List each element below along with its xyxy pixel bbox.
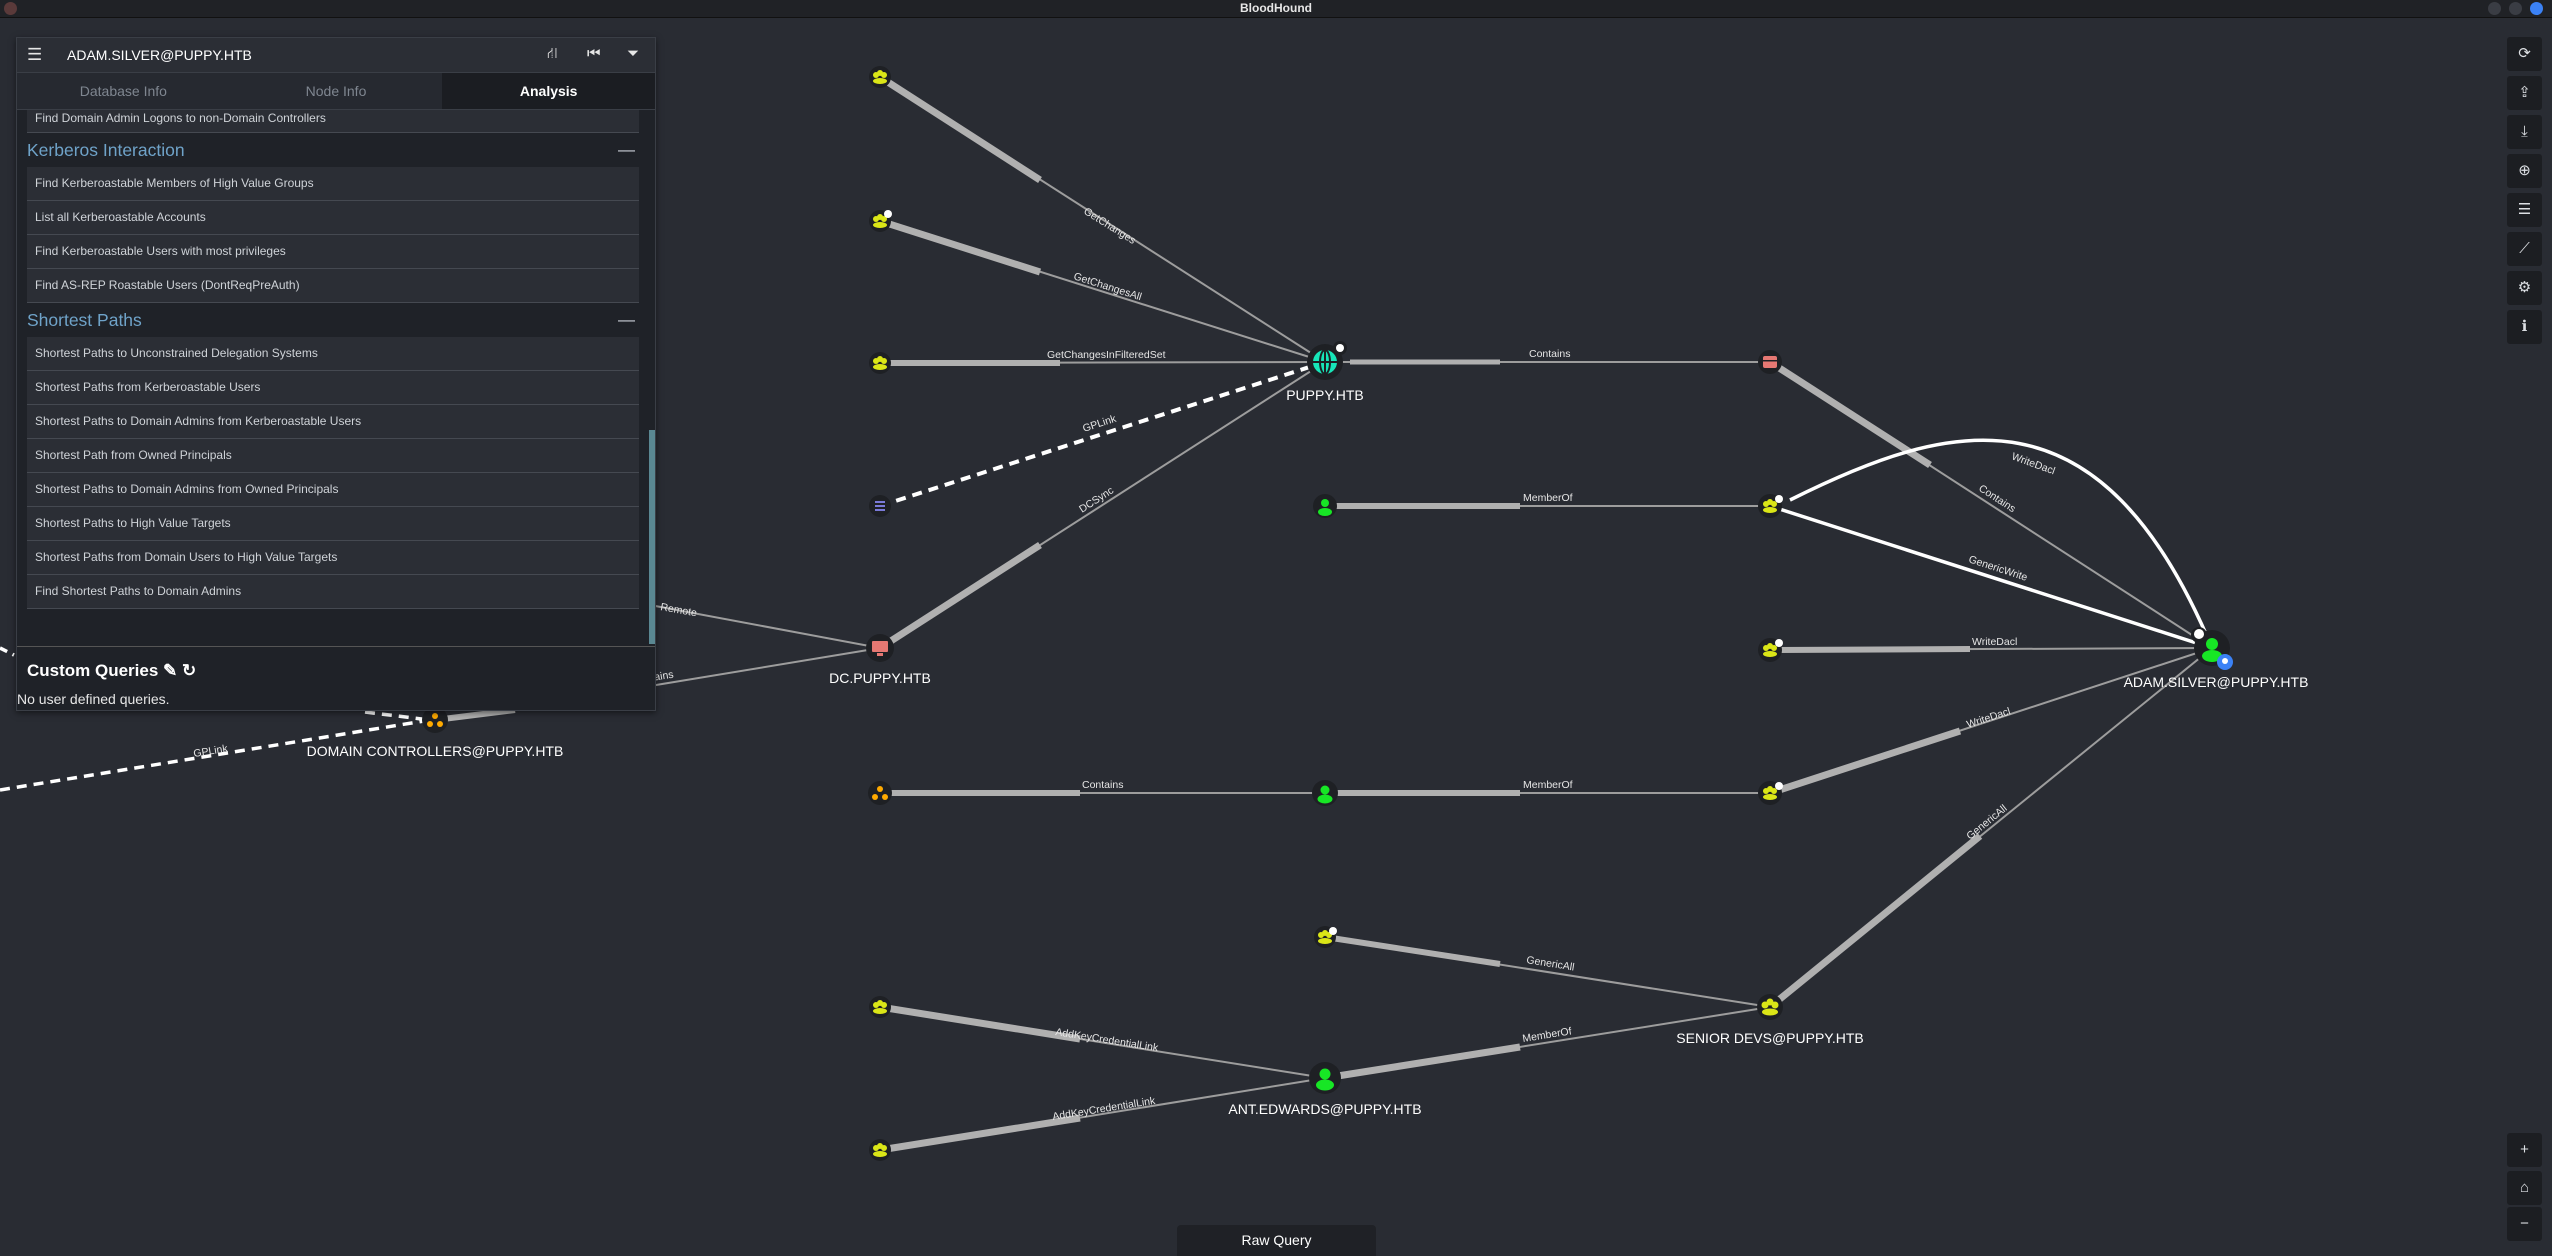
query-item[interactable]: Find AS-REP Roastable Users (DontReqPreA… bbox=[27, 269, 639, 303]
section-title: Kerberos Interaction bbox=[27, 140, 185, 160]
edge-gplink-top[interactable] bbox=[879, 360, 1326, 508]
tab-analysis[interactable]: Analysis bbox=[442, 73, 655, 109]
group-node[interactable] bbox=[869, 210, 892, 232]
upload-button[interactable]: ⇪ bbox=[2507, 76, 2542, 110]
query-item[interactable]: Shortest Paths to Domain Admins from Ker… bbox=[27, 405, 639, 439]
zoom-in-button[interactable]: + bbox=[2507, 1133, 2542, 1167]
edge-label-writedacl-arc: WriteDacl bbox=[2010, 451, 2057, 478]
user-node-ant-edwards[interactable] bbox=[1309, 1062, 1341, 1094]
collapse-icon[interactable]: — bbox=[618, 303, 635, 337]
tab-node-info[interactable]: Node Info bbox=[229, 73, 443, 109]
query-item[interactable]: Shortest Paths from Kerberoastable Users bbox=[27, 371, 639, 405]
collapse-icon[interactable]: — bbox=[618, 133, 635, 167]
search-panel: ☰ ADAM.SILVER@PUPPY.HTB ⛙ ⏮ ⏷ Database I… bbox=[16, 37, 656, 711]
node-label-ant-edwards: ANT.EDWARDS@PUPPY.HTB bbox=[1228, 1101, 1421, 1117]
edge-label-remote-partial: Remote bbox=[659, 601, 697, 619]
edge-label-writedacl-mid: WriteDacl bbox=[1972, 636, 2017, 648]
edge-label-getchangesall: GetChangesAll bbox=[1072, 270, 1143, 303]
section-title: Shortest Paths bbox=[27, 310, 142, 330]
query-item[interactable]: Shortest Paths to Domain Admins from Own… bbox=[27, 473, 639, 507]
edge-label-addkey-1: AddKeyCredentialLink bbox=[1055, 1026, 1160, 1054]
node-label-domain-controllers: DOMAIN CONTROLLERS@PUPPY.HTB bbox=[307, 743, 564, 759]
close-button[interactable] bbox=[2530, 2, 2543, 15]
search-input[interactable]: ADAM.SILVER@PUPPY.HTB bbox=[67, 47, 252, 63]
edge-label-memberof-low: MemberOf bbox=[1523, 779, 1573, 791]
filter-icon[interactable]: ⏷ bbox=[627, 45, 639, 62]
user-node[interactable] bbox=[1312, 780, 1338, 806]
custom-queries: Custom Queries ✎ ↻ No user defined queri… bbox=[17, 646, 655, 710]
edge-label-genericall-adam: GenericAll bbox=[1964, 803, 2009, 843]
node-label-puppy: PUPPY.HTB bbox=[1286, 387, 1364, 403]
edge-label-gplink-dcs: GPLink bbox=[193, 743, 230, 760]
queries-button[interactable]: ☰ bbox=[2507, 193, 2542, 227]
query-item[interactable]: Find Domain Admin Logons to non-Domain C… bbox=[27, 110, 639, 133]
section-kerberos: Kerberos Interaction — bbox=[27, 133, 639, 167]
group-node[interactable] bbox=[869, 1139, 891, 1161]
stats-button[interactable]: ⟋ bbox=[2507, 232, 2542, 266]
node-label-dc: DC.PUPPY.HTB bbox=[829, 670, 931, 686]
edit-icon[interactable]: ✎ bbox=[163, 661, 177, 680]
import-button[interactable]: ⊕ bbox=[2507, 154, 2542, 188]
info-button[interactable]: ℹ bbox=[2507, 310, 2542, 344]
gpo-node[interactable] bbox=[869, 495, 891, 517]
node-label-senior-devs: SENIOR DEVS@PUPPY.HTB bbox=[1676, 1030, 1863, 1046]
query-item[interactable]: Shortest Path from Owned Principals bbox=[27, 439, 639, 473]
query-item[interactable]: Shortest Paths from Domain Users to High… bbox=[27, 541, 639, 575]
edge-label-contains-puppy: Contains bbox=[1529, 348, 1570, 360]
refresh-button[interactable]: ⟳ bbox=[2507, 37, 2542, 71]
maximize-button[interactable] bbox=[2509, 2, 2522, 15]
group-node[interactable] bbox=[869, 996, 891, 1018]
pathfinding-icon[interactable]: ⛙ bbox=[547, 45, 558, 64]
query-item[interactable]: Shortest Paths to High Value Targets bbox=[27, 507, 639, 541]
custom-queries-empty: No user defined queries. bbox=[17, 691, 170, 707]
minimize-button[interactable] bbox=[2488, 2, 2501, 15]
export-button[interactable]: ⤓ bbox=[2507, 115, 2542, 149]
edge-label-getchanges: GetChanges bbox=[1081, 205, 1137, 246]
domain-node-puppy[interactable] bbox=[1307, 341, 1347, 380]
zoom-out-button[interactable]: − bbox=[2507, 1207, 2542, 1241]
window-title: BloodHound bbox=[1240, 1, 1312, 15]
group-node[interactable] bbox=[869, 66, 891, 88]
edge-writedacl-arc[interactable] bbox=[1789, 438, 2214, 649]
group-node[interactable] bbox=[1758, 494, 1783, 518]
settings-button[interactable]: ⚙ bbox=[2507, 271, 2542, 305]
menu-icon[interactable]: ☰ bbox=[27, 45, 42, 65]
analysis-content: Find Domain Admin Logons to non-Domain C… bbox=[17, 110, 655, 644]
computer-node-dc[interactable] bbox=[866, 634, 894, 662]
custom-queries-title: Custom Queries ✎ ↻ bbox=[27, 661, 197, 680]
query-item[interactable]: Find Kerberoastable Users with most priv… bbox=[27, 235, 639, 269]
group-node[interactable] bbox=[1758, 781, 1783, 805]
tab-database-info[interactable]: Database Info bbox=[17, 73, 230, 109]
edge-label-writedacl-low: WriteDacl bbox=[1965, 705, 2012, 730]
ou-node[interactable] bbox=[1758, 350, 1782, 374]
raw-query-button[interactable]: Raw Query bbox=[1177, 1225, 1376, 1256]
refresh-icon[interactable]: ↻ bbox=[182, 661, 196, 680]
group-node[interactable] bbox=[869, 352, 891, 374]
ou-node-orange[interactable] bbox=[868, 781, 892, 805]
query-item[interactable]: List all Kerberoastable Accounts bbox=[27, 201, 639, 235]
search-bar: ☰ ADAM.SILVER@PUPPY.HTB ⛙ ⏮ ⏷ bbox=[17, 38, 655, 73]
section-shortest-paths: Shortest Paths — bbox=[27, 303, 639, 337]
user-node-adam-silver[interactable] bbox=[2191, 627, 2233, 670]
node-label-adam: ADAM.SILVER@PUPPY.HTB bbox=[2124, 674, 2309, 690]
edge-left-stub[interactable] bbox=[0, 646, 15, 657]
query-item[interactable]: Shortest Paths to Unconstrained Delegati… bbox=[27, 337, 639, 371]
home-button[interactable]: ⌂ bbox=[2507, 1171, 2542, 1205]
scrollbar-thumb[interactable] bbox=[649, 430, 655, 644]
group-node-senior-devs[interactable] bbox=[1757, 994, 1783, 1020]
back-icon[interactable]: ⏮ bbox=[587, 45, 601, 62]
query-item[interactable]: Find Kerberoastable Members of High Valu… bbox=[27, 167, 639, 201]
edge-label-memberof-top: MemberOf bbox=[1523, 492, 1573, 504]
edge-gplink-dcs-upper[interactable] bbox=[364, 710, 431, 722]
query-item[interactable]: Find Shortest Paths to Domain Admins bbox=[27, 575, 639, 609]
user-node[interactable] bbox=[1313, 494, 1337, 518]
title-bar: BloodHound bbox=[0, 0, 2552, 18]
edge-label-contains-low: Contains bbox=[1082, 779, 1123, 791]
group-node[interactable] bbox=[1758, 638, 1783, 662]
edge-label-addkey-2: AddKeyCredentialLink bbox=[1052, 1095, 1157, 1123]
edge-label-getchangesinfiltered: GetChangesInFilteredSet bbox=[1047, 349, 1166, 361]
panel-tabs: Database Info Node Info Analysis bbox=[17, 73, 655, 110]
group-node[interactable] bbox=[1314, 926, 1337, 948]
